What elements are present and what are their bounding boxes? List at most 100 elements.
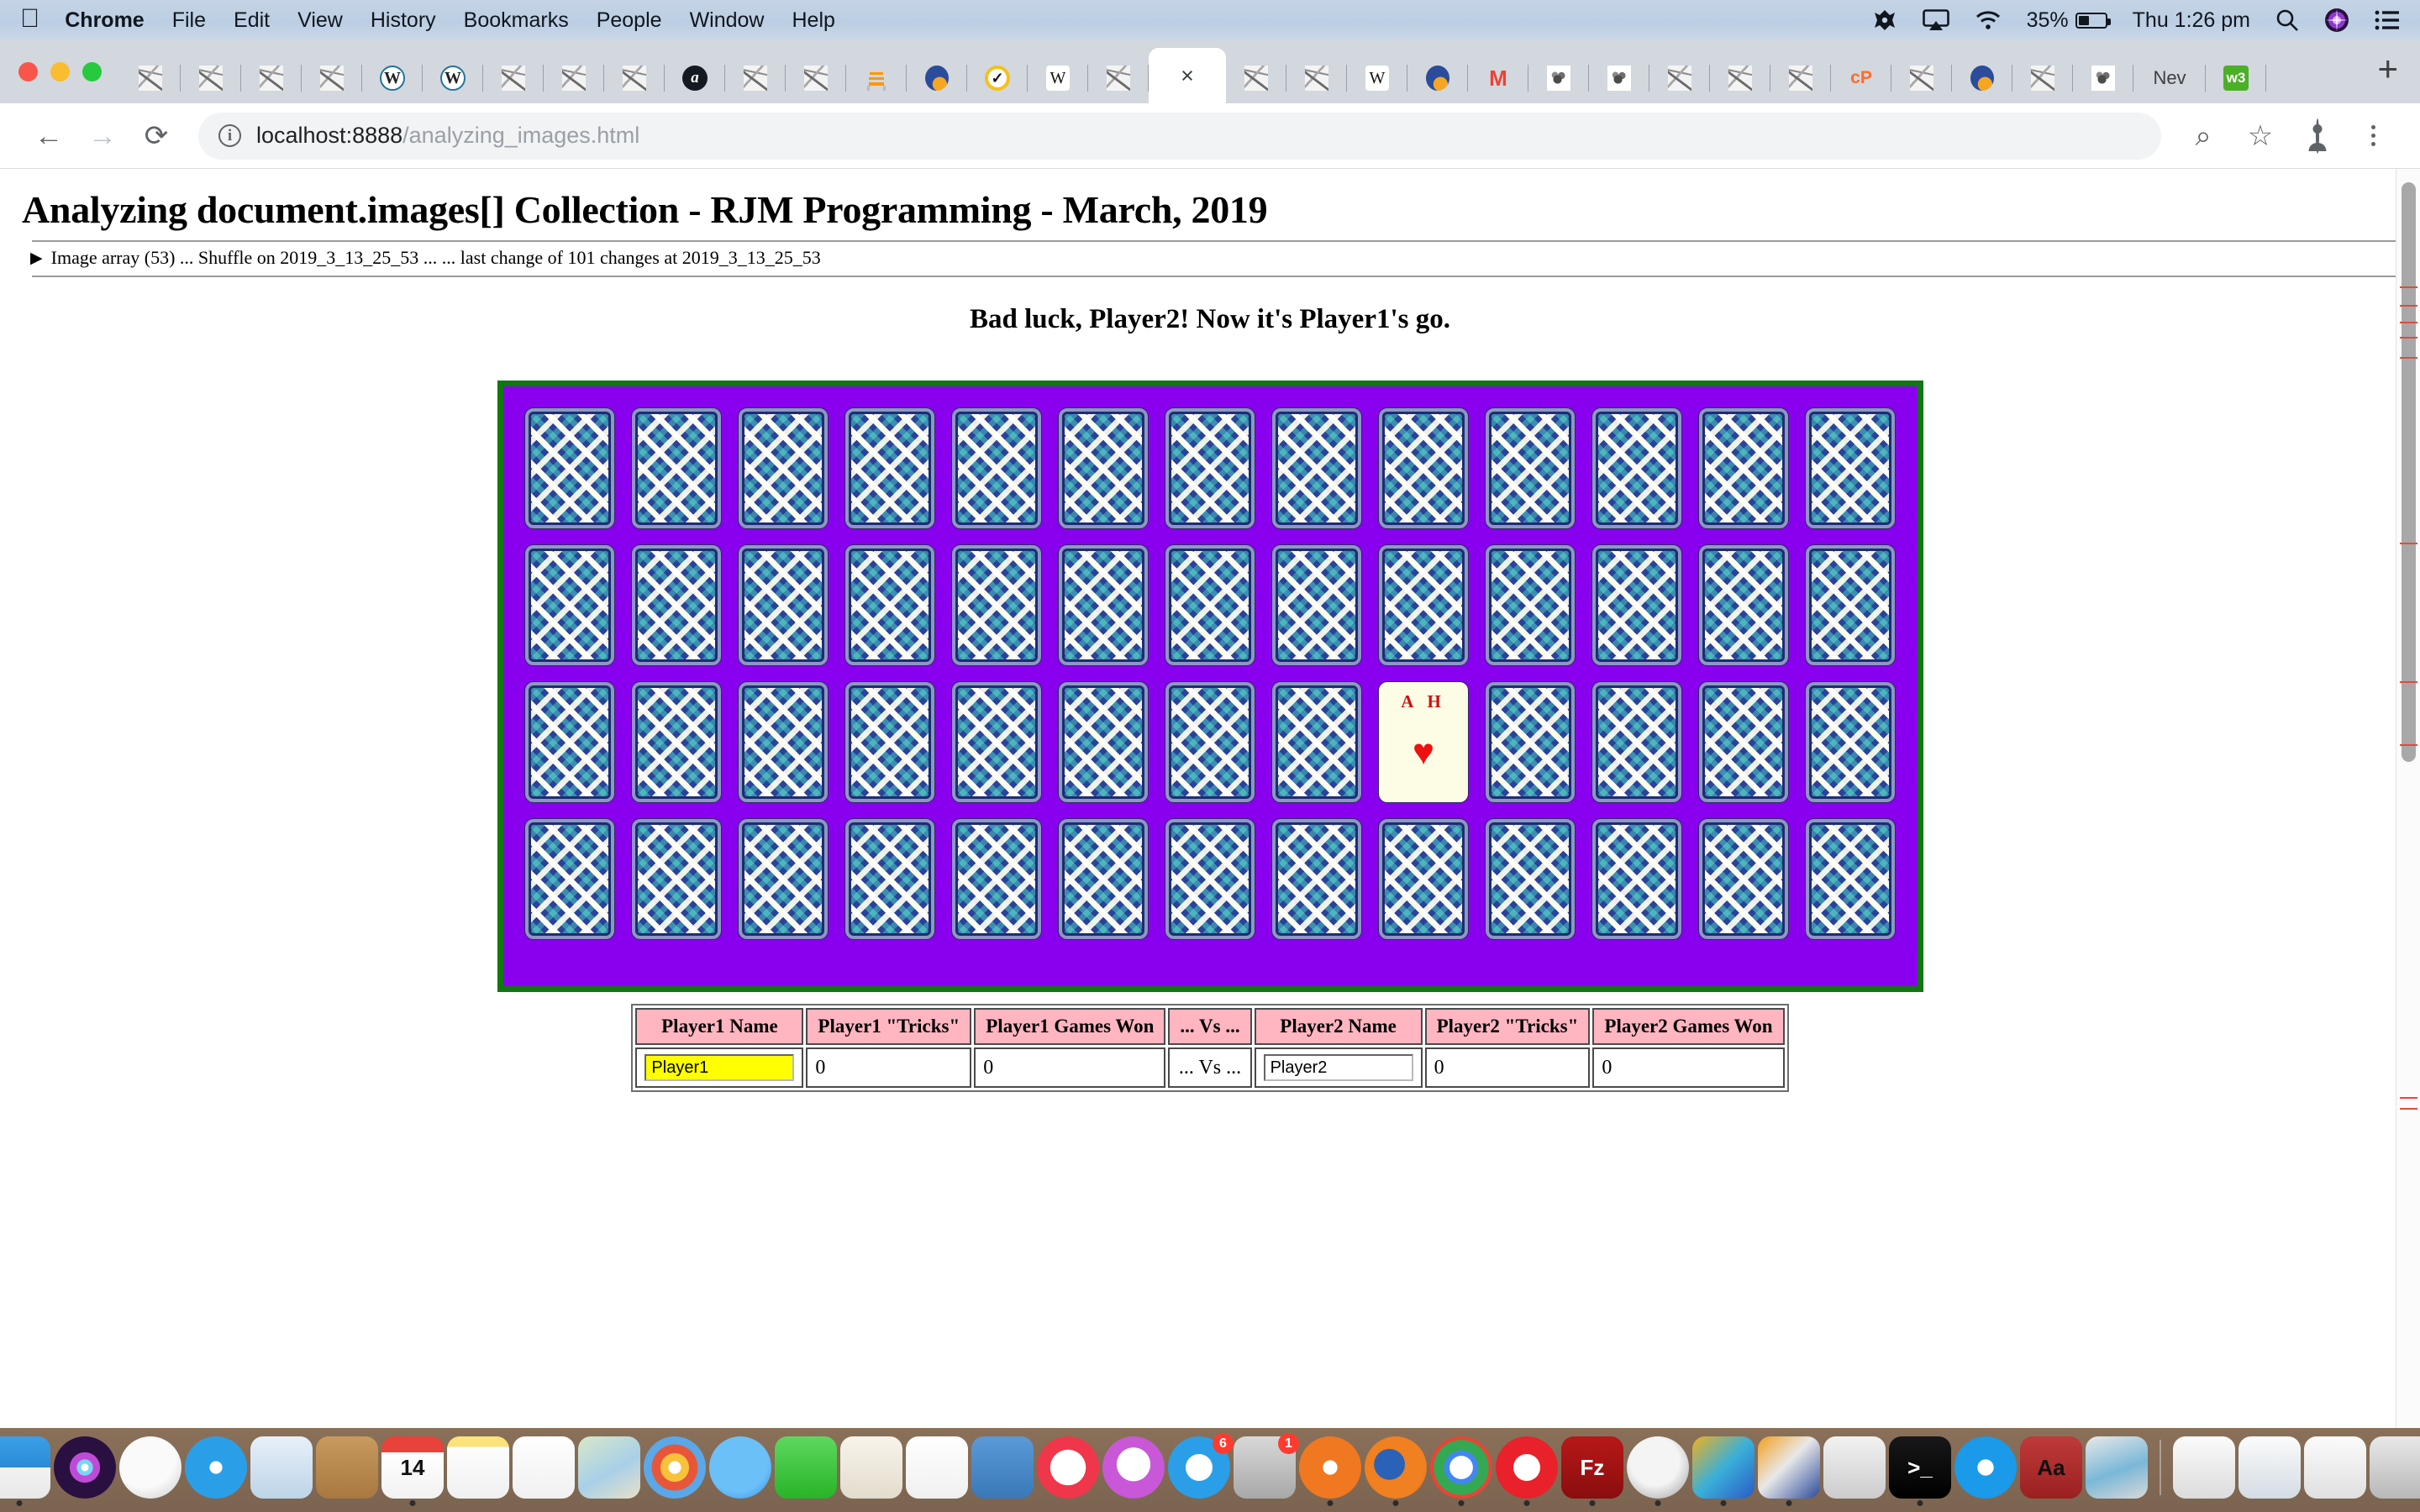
- menu-item-file[interactable]: File: [172, 8, 206, 33]
- siri-icon[interactable]: [2324, 8, 2349, 33]
- card-slot[interactable]: [1691, 811, 1797, 948]
- browser-tab[interactable]: [1226, 53, 1286, 103]
- dock-item-numbers[interactable]: [906, 1436, 968, 1499]
- card-slot[interactable]: [1157, 400, 1264, 537]
- browser-tab[interactable]: [1589, 53, 1649, 103]
- browser-tab[interactable]: [907, 53, 967, 103]
- menu-item-chrome[interactable]: Chrome: [65, 8, 144, 33]
- dock-item-notes[interactable]: [447, 1436, 509, 1499]
- card-face-down[interactable]: [1165, 407, 1255, 529]
- browser-tab[interactable]: [1528, 53, 1589, 103]
- card-slot[interactable]: [1370, 400, 1477, 537]
- card-face-down[interactable]: [951, 407, 1042, 529]
- browser-tab-active[interactable]: ×: [1149, 48, 1226, 103]
- card-face-down[interactable]: [524, 544, 615, 666]
- dock-item-itunes[interactable]: [1102, 1436, 1165, 1499]
- dock-item-siri[interactable]: [54, 1436, 116, 1499]
- player2-name-input[interactable]: [1263, 1054, 1413, 1081]
- card-slot[interactable]: [1797, 537, 1904, 674]
- back-button[interactable]: ←: [22, 122, 76, 150]
- card-face-down[interactable]: [951, 544, 1042, 666]
- card-slot[interactable]: [1691, 537, 1797, 674]
- card-slot[interactable]: [1264, 674, 1370, 811]
- dock-item-opera[interactable]: [1496, 1436, 1558, 1499]
- browser-tab[interactable]: [1649, 53, 1710, 103]
- card-face-down[interactable]: [1591, 681, 1682, 803]
- dock-item-photos[interactable]: [644, 1436, 706, 1499]
- card-slot[interactable]: [1477, 537, 1584, 674]
- card-face-down[interactable]: [1591, 818, 1682, 940]
- card-face-down[interactable]: [1058, 818, 1149, 940]
- card-face-down[interactable]: [738, 544, 829, 666]
- browser-tab[interactable]: [1710, 53, 1770, 103]
- card-face-down[interactable]: [1058, 544, 1149, 666]
- browser-tab[interactable]: [1088, 53, 1149, 103]
- card-slot[interactable]: [623, 537, 730, 674]
- dock-item-firefox[interactable]: [1365, 1436, 1427, 1499]
- scrollbar-thumb[interactable]: [2402, 182, 2416, 762]
- card-slot[interactable]: [1584, 674, 1691, 811]
- card-slot[interactable]: [1584, 400, 1691, 537]
- wifi-icon[interactable]: [1975, 10, 2002, 30]
- image-array-details-summary[interactable]: ▶ Image array (53) ... Shuffle on 2019_3…: [22, 242, 2398, 276]
- dock-item-reminders[interactable]: [513, 1436, 575, 1499]
- dock-item-facetime[interactable]: [775, 1436, 837, 1499]
- browser-tab[interactable]: W: [1028, 53, 1088, 103]
- dock-item-maps[interactable]: [578, 1436, 640, 1499]
- card-slot[interactable]: [1157, 537, 1264, 674]
- card-face-down[interactable]: [1698, 407, 1789, 529]
- menu-item-history[interactable]: History: [371, 8, 436, 33]
- maximize-window-button[interactable]: [82, 62, 102, 81]
- chrome-menu-icon[interactable]: [2348, 125, 2398, 146]
- dock-item-calendar[interactable]: 14: [381, 1436, 444, 1499]
- card-slot[interactable]: [944, 674, 1050, 811]
- card-face-down[interactable]: [1698, 681, 1789, 803]
- browser-tab[interactable]: Nev: [2133, 53, 2206, 103]
- card-face-down[interactable]: [1591, 544, 1682, 666]
- card-slot[interactable]: [623, 674, 730, 811]
- browser-tab[interactable]: [1770, 53, 1831, 103]
- card-slot[interactable]: [730, 537, 837, 674]
- card-face-down[interactable]: [1165, 681, 1255, 803]
- card-slot[interactable]: [1477, 400, 1584, 537]
- site-info-icon[interactable]: i: [218, 124, 241, 147]
- dock-item-minimized-window-1[interactable]: [2173, 1436, 2235, 1499]
- card-face-down[interactable]: [844, 818, 935, 940]
- card-slot[interactable]: [517, 537, 623, 674]
- card-slot[interactable]: [730, 674, 837, 811]
- card-face-down[interactable]: [524, 681, 615, 803]
- dock-item-mail[interactable]: [250, 1436, 313, 1499]
- card-slot[interactable]: [1050, 400, 1157, 537]
- dock-item-filezilla[interactable]: Fz: [1561, 1436, 1623, 1499]
- dock-item-pages[interactable]: [840, 1436, 902, 1499]
- card-slot[interactable]: [944, 537, 1050, 674]
- card-slot[interactable]: [1691, 674, 1797, 811]
- card-face-down[interactable]: [1378, 544, 1469, 666]
- card-face-down[interactable]: [1058, 407, 1149, 529]
- browser-tab[interactable]: [544, 53, 604, 103]
- card-slot[interactable]: [944, 400, 1050, 537]
- dock-item-quicktime[interactable]: [1954, 1436, 2017, 1499]
- player1-name-input[interactable]: [644, 1054, 795, 1081]
- card-face-down[interactable]: [524, 818, 615, 940]
- browser-tab[interactable]: [1952, 53, 2012, 103]
- card-face-down[interactable]: [738, 681, 829, 803]
- browser-tab[interactable]: [725, 53, 786, 103]
- card-face-down[interactable]: [844, 407, 935, 529]
- dock-item-minimized-window-3[interactable]: [2304, 1436, 2366, 1499]
- card-face-down[interactable]: [1271, 818, 1362, 940]
- card-face-down[interactable]: [1485, 407, 1576, 529]
- card-slot[interactable]: [517, 811, 623, 948]
- dropbox-icon[interactable]: [1872, 8, 1897, 33]
- card-slot[interactable]: [837, 400, 944, 537]
- forward-button[interactable]: →: [76, 122, 129, 150]
- dock-item-terminal[interactable]: >_: [1889, 1436, 1951, 1499]
- card-face-down[interactable]: [524, 407, 615, 529]
- card-slot[interactable]: [517, 400, 623, 537]
- dock-item-safari[interactable]: [185, 1436, 247, 1499]
- card-slot[interactable]: [517, 674, 623, 811]
- minimize-window-button[interactable]: [50, 62, 70, 81]
- bookmark-star-icon[interactable]: ☆: [2233, 122, 2287, 150]
- browser-tab[interactable]: M: [1468, 53, 1528, 103]
- card-slot[interactable]: [837, 674, 944, 811]
